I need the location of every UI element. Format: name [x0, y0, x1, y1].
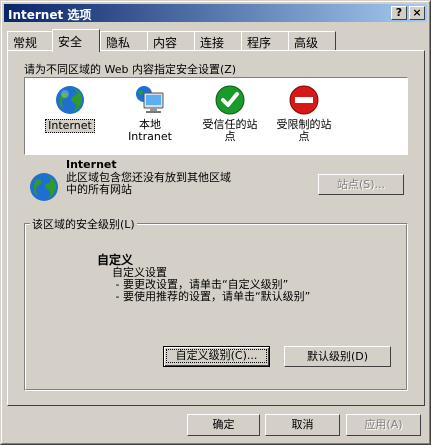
cancel-button[interactable]: 取消 [265, 414, 340, 436]
security-tab-panel: 请为不同区域的 Web 内容指定安全设置(Z) Internet 本地 Intr… [7, 50, 425, 406]
apply-button[interactable]: 应用(A) [346, 414, 421, 436]
tab-programs[interactable]: 程序 [241, 31, 289, 50]
zone-trusted-sites-label: 受信任的站点 [201, 119, 260, 143]
zone-restricted-sites-label-line2: 点 [298, 130, 310, 143]
globe-icon [56, 86, 84, 114]
tab-connections[interactable]: 连接 [194, 31, 242, 50]
ok-button[interactable]: 确定 [187, 414, 260, 436]
selected-zone-title: Internet [66, 158, 117, 171]
tab-advanced[interactable]: 高级 [288, 31, 336, 50]
globe-icon [30, 173, 58, 201]
zone-list: Internet 本地 Intranet 受信任的站点 受限制的站 点 [24, 77, 408, 155]
close-button[interactable]: × [409, 6, 425, 20]
security-level-description: 自定义设置 - 要更改设置，请单击“自定义级别” - 要使用推荐的设置，请单击“… [112, 266, 311, 303]
zone-restricted-sites-label: 受限制的站点 [275, 119, 334, 143]
tab-security[interactable]: 安全 [52, 29, 100, 52]
window-title: Internet 选项 [8, 8, 92, 22]
sites-button[interactable]: 站点(S)... [318, 174, 404, 195]
tab-general[interactable]: 常规 [7, 31, 53, 50]
custom-level-button-label: 自定义级别(C)... [166, 349, 267, 363]
security-level-group-label: 该区域的安全级别(L) [30, 216, 137, 232]
selected-zone-description: 此区域包含您还没有放到其他区域 中的所有网站 [66, 172, 231, 196]
internet-options-dialog: Internet 选项 ? × 常规 安全 隐私 内容 连接 程序 高级 请为不… [0, 0, 431, 445]
tab-privacy[interactable]: 隐私 [100, 31, 148, 50]
zone-internet[interactable]: Internet [29, 82, 111, 133]
zone-restricted-sites[interactable]: 受限制的站点 [263, 82, 345, 143]
trusted-sites-icon [215, 85, 245, 115]
zone-desc-line2: 中的所有网站 [66, 183, 132, 196]
zone-local-intranet-label: 本地 Intranet [126, 119, 174, 143]
help-button[interactable]: ? [391, 6, 407, 20]
zone-trusted-sites-label-line2: 点 [224, 130, 236, 143]
local-intranet-icon [136, 86, 164, 113]
title-bar[interactable]: Internet 选项 ? × [4, 4, 427, 22]
zone-trusted-sites[interactable]: 受信任的站点 [189, 82, 271, 143]
default-level-button[interactable]: 默认级别(D) [284, 346, 391, 367]
zone-local-intranet[interactable]: 本地 Intranet [109, 82, 191, 143]
tab-content[interactable]: 内容 [147, 31, 195, 50]
restricted-sites-icon [289, 85, 319, 115]
custom-level-button[interactable]: 自定义级别(C)... [163, 346, 270, 367]
zone-internet-label: Internet [45, 119, 95, 133]
zone-prompt: 请为不同区域的 Web 内容指定安全设置(Z) [24, 63, 237, 76]
zone-local-intranet-label-line2: Intranet [128, 130, 172, 143]
